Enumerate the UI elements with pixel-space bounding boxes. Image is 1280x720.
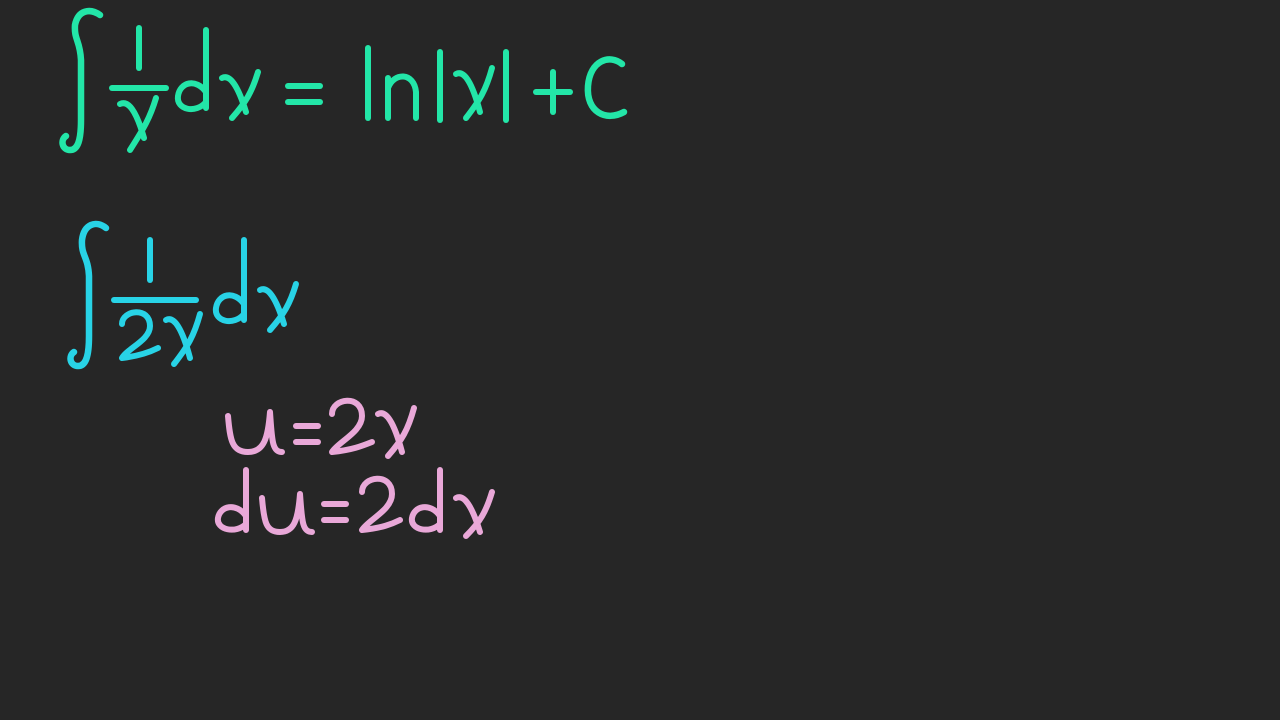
fraction-1-over-2x — [114, 240, 200, 364]
equals-icon — [288, 86, 320, 102]
integral-icon — [71, 224, 106, 366]
abs-x — [440, 52, 506, 120]
dx — [178, 30, 258, 118]
integral-icon — [63, 11, 100, 150]
plus-icon — [536, 72, 570, 112]
equation-sub-du — [218, 470, 492, 536]
ln — [368, 48, 416, 118]
equation-rule — [63, 11, 624, 150]
equation-problem — [71, 224, 296, 366]
dx — [216, 240, 296, 330]
equation-sub-u — [228, 401, 414, 456]
fraction-1-over-x — [112, 28, 166, 150]
constant-c — [588, 59, 624, 115]
